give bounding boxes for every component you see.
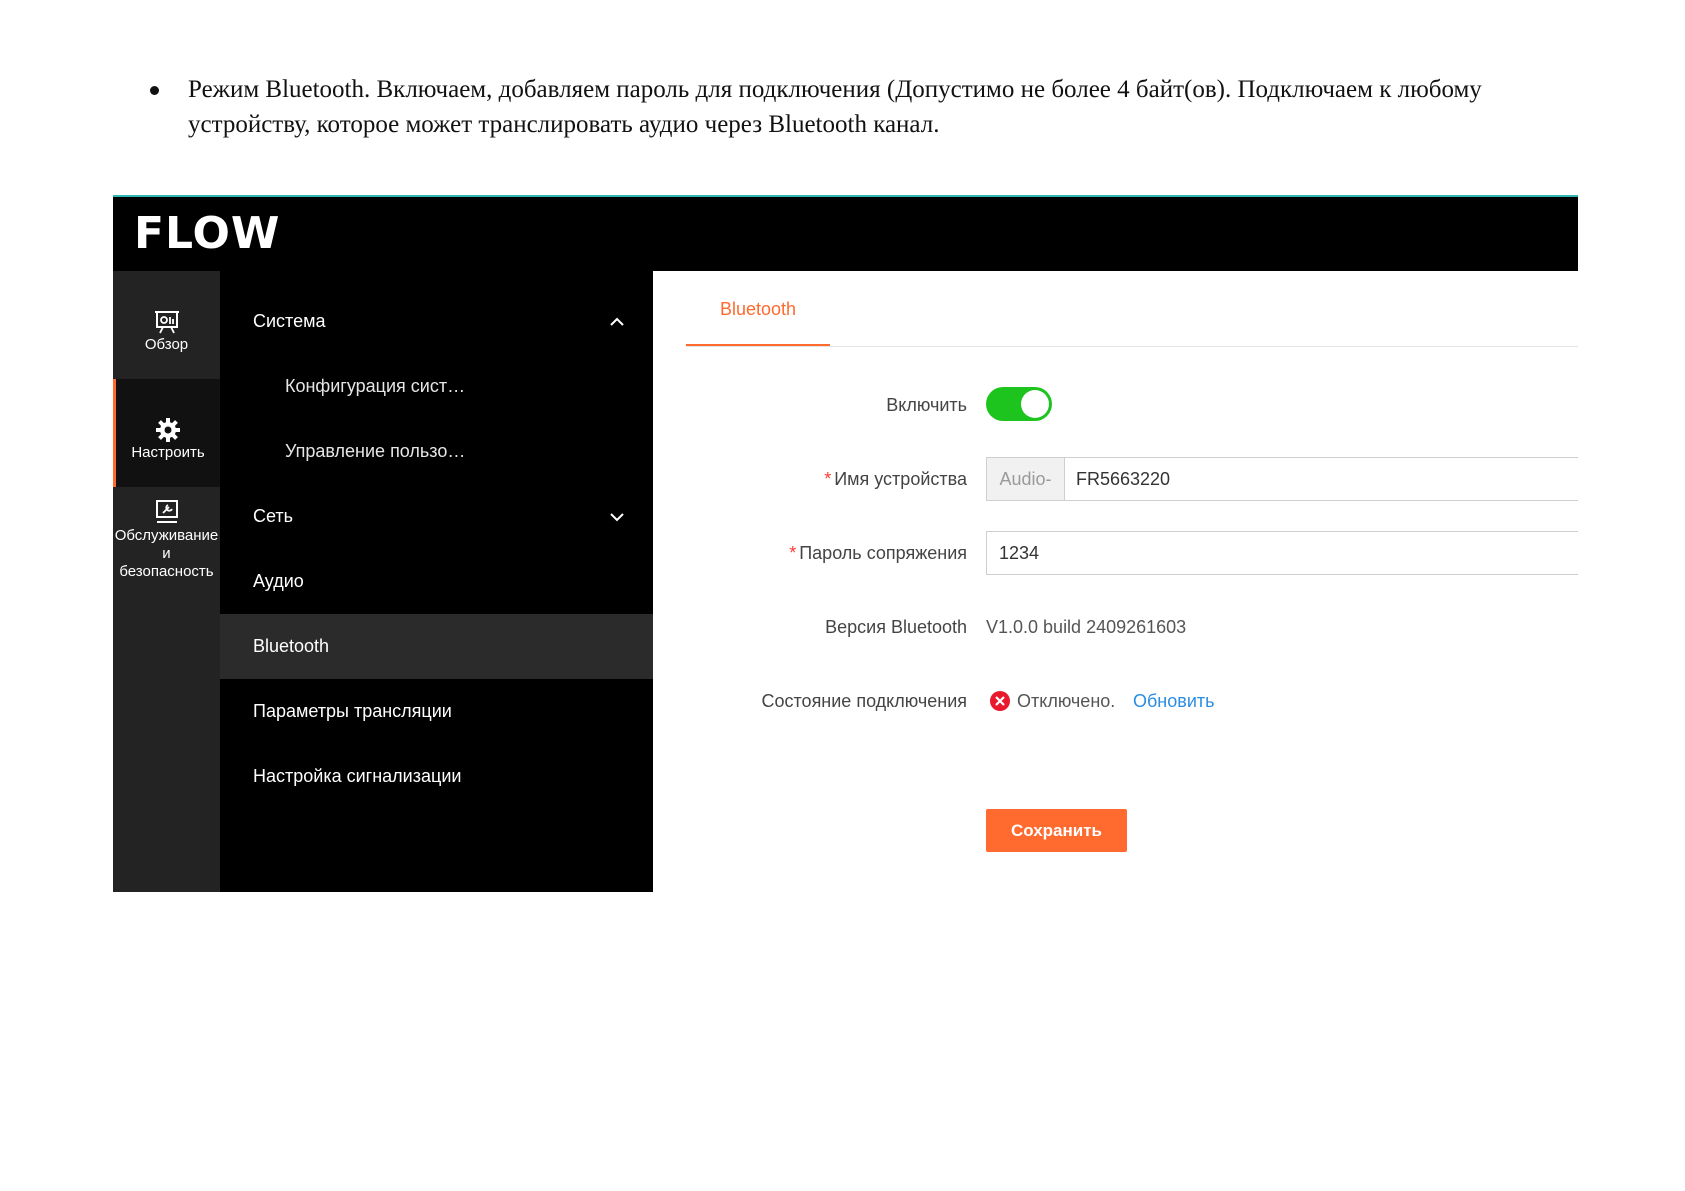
row-version: Версия Bluetooth V1.0.0 build 2409261603: [653, 605, 1578, 649]
save-button[interactable]: Сохранить: [986, 809, 1127, 852]
nav-rail: Обзор Настроить Обслуживание и безопасно…: [113, 271, 220, 892]
submenu-user-management[interactable]: Управление пользо…: [220, 419, 653, 484]
bluetooth-settings-panel: Bluetooth Включить * Имя устройства Audio…: [653, 271, 1578, 892]
device-name-label: * Имя устройства: [824, 457, 967, 501]
bullet-text: Режим Bluetooth. Включаем, добавляем пар…: [188, 76, 1482, 138]
rail-label-line1: Обслуживание: [114, 527, 219, 544]
status-label: Состояние подключения: [761, 691, 968, 711]
rail-label-line3: безопасность: [119, 563, 214, 580]
top-bar: FLOW: [113, 195, 1578, 271]
rail-item-configure[interactable]: Настроить: [113, 379, 220, 487]
settings-submenu: Система Конфигурация сист… Управление по…: [220, 271, 653, 892]
status-value: Отключено.: [1017, 691, 1116, 711]
submenu-bluetooth-label: Bluetooth: [253, 636, 330, 656]
row-enable: Включить: [653, 383, 1578, 427]
submenu-network[interactable]: Сеть: [220, 484, 653, 549]
rail-item-maintenance[interactable]: Обслуживание и безопасность: [113, 487, 220, 597]
toggle-knob: [1021, 390, 1049, 418]
submenu-user-management-label: Управление пользо…: [285, 441, 466, 461]
error-icon: [990, 691, 1010, 711]
rail-label-overview: Обзор: [144, 336, 189, 353]
submenu-system[interactable]: Система: [220, 289, 653, 354]
dashboard-icon: [154, 311, 179, 334]
required-mark: *: [789, 543, 797, 563]
device-name-field: Audio-: [986, 457, 1578, 501]
password-label-text: Пароль сопряжения: [799, 543, 967, 563]
gear-icon: [156, 418, 180, 442]
row-connection-status: Состояние подключения Отключено. Обновит…: [653, 679, 1578, 723]
rail-item-overview[interactable]: Обзор: [113, 271, 220, 379]
submenu-audio-label: Аудио: [253, 571, 304, 591]
maintenance-icon: [155, 500, 178, 523]
password-field: [986, 531, 1578, 575]
password-label: * Пароль сопряжения: [789, 531, 967, 575]
submenu-bluetooth[interactable]: Bluetooth: [220, 614, 653, 679]
device-name-input[interactable]: [1076, 458, 1578, 500]
rail-label-maintenance: Обслуживание и безопасность: [113, 527, 224, 581]
chevron-down-icon: [610, 513, 624, 522]
submenu-network-label: Сеть: [253, 506, 294, 526]
submenu-alarm-settings[interactable]: Настройка сигнализации: [220, 744, 653, 809]
row-device-name: * Имя устройства Audio-: [653, 457, 1578, 501]
submenu-alarm-settings-label: Настройка сигнализации: [253, 766, 462, 786]
device-name-prefix: Audio-: [987, 458, 1065, 500]
submenu-audio[interactable]: Аудио: [220, 549, 653, 614]
bullet-dot: [150, 86, 159, 95]
submenu-stream-params-label: Параметры трансляции: [253, 701, 452, 721]
app-screenshot: FLOW Обзор Настроить Обслуживание и безо…: [113, 195, 1578, 892]
enable-label: Включить: [886, 395, 967, 415]
document-bullet: Режим Bluetooth. Включаем, добавляем пар…: [150, 72, 1590, 142]
chevron-up-icon: [610, 317, 624, 326]
refresh-link[interactable]: Обновить: [1133, 679, 1215, 723]
rail-label-configure: Настроить: [131, 444, 205, 461]
rail-label-line2: и: [162, 545, 171, 562]
flow-logo: FLOW: [134, 208, 281, 259]
tab-divider: [686, 346, 1578, 347]
submenu-system-label: Система: [253, 311, 326, 331]
enable-toggle[interactable]: [986, 387, 1052, 421]
submenu-system-config-label: Конфигурация сист…: [285, 376, 466, 396]
device-name-label-text: Имя устройства: [834, 469, 967, 489]
version-label: Версия Bluetooth: [825, 617, 967, 637]
tab-bluetooth[interactable]: Bluetooth: [686, 271, 830, 347]
password-input[interactable]: [999, 532, 1578, 574]
version-value: V1.0.0 build 2409261603: [986, 617, 1187, 637]
row-password: * Пароль сопряжения: [653, 531, 1578, 575]
submenu-stream-params[interactable]: Параметры трансляции: [220, 679, 653, 744]
submenu-system-config[interactable]: Конфигурация сист…: [220, 354, 653, 419]
required-mark: *: [824, 469, 832, 489]
